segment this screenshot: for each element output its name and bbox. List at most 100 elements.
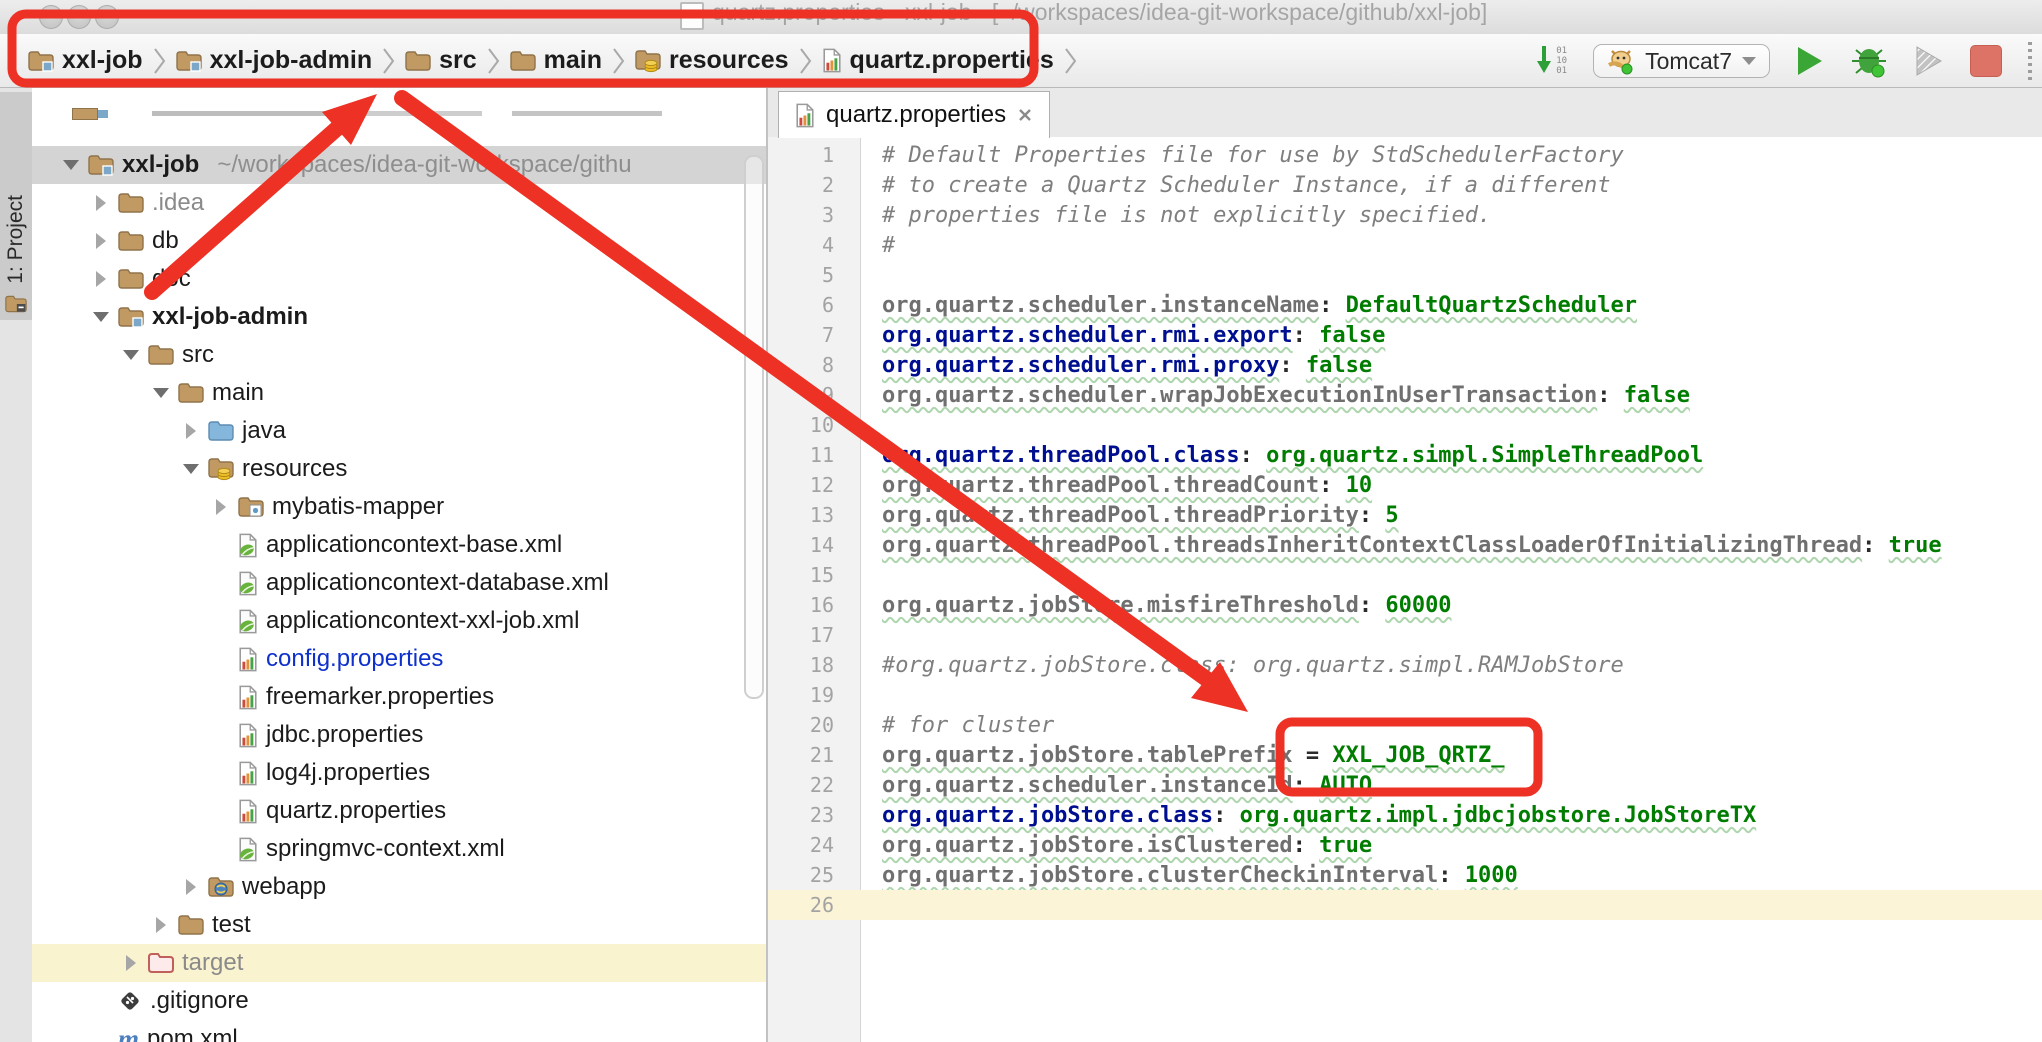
breadcrumb-resources[interactable]: resources	[635, 46, 789, 75]
code-line: 23org.quartz.jobStore.class: org.quartz.…	[768, 800, 2042, 830]
folder-icon	[118, 192, 144, 214]
code-line: 13org.quartz.threadPool.threadPriority: …	[768, 500, 2042, 530]
spring-xml-file-icon	[238, 609, 258, 634]
expand-toggle-icon[interactable]	[122, 954, 140, 972]
tree-row-idea[interactable]: .idea	[32, 184, 766, 222]
tree-row-db[interactable]: db	[32, 222, 766, 260]
expand-toggle-icon[interactable]	[122, 346, 140, 364]
properties-file-icon	[795, 103, 815, 128]
tree-row-target[interactable]: target	[32, 944, 766, 982]
tree-row-log4j-properties[interactable]: log4j.properties	[32, 754, 766, 792]
tree-row-gitignore[interactable]: .gitignore	[32, 982, 766, 1020]
tomcat-icon	[1606, 47, 1636, 75]
excluded-folder-icon	[148, 952, 174, 974]
module-folder-icon	[88, 154, 114, 176]
run-configuration-selector[interactable]: Tomcat7	[1593, 44, 1770, 78]
module-folder-icon	[28, 50, 54, 72]
module-folder-icon	[118, 306, 144, 328]
expand-toggle-icon[interactable]	[182, 878, 200, 896]
code-line: 4#	[768, 230, 2042, 260]
expand-toggle-icon[interactable]	[92, 232, 110, 250]
expand-toggle-icon[interactable]	[182, 460, 200, 478]
tree-row-xxl-job-admin[interactable]: xxl-job-admin	[32, 298, 766, 336]
run-button[interactable]	[1796, 45, 1824, 77]
window-title: quartz.properties - xxl-job - [~/workspa…	[712, 0, 1487, 26]
expand-toggle-icon[interactable]	[92, 308, 110, 326]
expand-toggle-icon[interactable]	[92, 270, 110, 288]
folder-icon	[118, 268, 144, 290]
tree-row-config-properties[interactable]: config.properties	[32, 640, 766, 678]
tree-row-freemarker-properties[interactable]: freemarker.properties	[32, 678, 766, 716]
coverage-button[interactable]	[1914, 45, 1944, 77]
code-line: 14org.quartz.threadPool.threadsInheritCo…	[768, 530, 2042, 560]
code-line: 11org.quartz.threadPool.class: org.quart…	[768, 440, 2042, 470]
tree-row-src[interactable]: src	[32, 336, 766, 374]
code-line: 12org.quartz.threadPool.threadCount: 10	[768, 470, 2042, 500]
close-icon[interactable]	[1017, 107, 1033, 123]
project-tree: xxl-job ~/workspaces/idea-git-workspace/…	[32, 88, 766, 1042]
tree-row-xxl-job[interactable]: xxl-job ~/workspaces/idea-git-workspace/…	[32, 146, 766, 184]
properties-file-icon	[238, 723, 258, 748]
expand-toggle-icon[interactable]	[182, 422, 200, 440]
breadcrumb-xxl-job-admin[interactable]: xxl-job-admin	[176, 46, 373, 75]
mapper-folder-icon	[238, 496, 264, 518]
window-minimize-button[interactable]	[67, 5, 91, 29]
chevron-right-icon	[612, 45, 625, 77]
chevron-down-icon	[1741, 56, 1757, 66]
tree-row-mybatis-mapper[interactable]: mybatis-mapper	[32, 488, 766, 526]
chevron-right-icon	[487, 45, 500, 77]
code-line: 7org.quartz.scheduler.rmi.export: false	[768, 320, 2042, 350]
code-line: 8org.quartz.scheduler.rmi.proxy: false	[768, 350, 2042, 380]
tree-row-main[interactable]: main	[32, 374, 766, 412]
resources-folder-icon	[208, 457, 234, 481]
code-line: 16org.quartz.jobStore.misfireThreshold: …	[768, 590, 2042, 620]
tree-row-applicationcontext-xxl-job[interactable]: applicationcontext-xxl-job.xml	[32, 602, 766, 640]
tree-row-java[interactable]: java	[32, 412, 766, 450]
breadcrumb-src[interactable]: src	[405, 46, 477, 75]
code-line: 3# properties file is not explicitly spe…	[768, 200, 2042, 230]
webapp-folder-icon	[208, 876, 234, 898]
code-line: 18#org.quartz.jobStore.class: org.quartz…	[768, 650, 2042, 680]
tree-row-applicationcontext-database[interactable]: applicationcontext-database.xml	[32, 564, 766, 602]
expand-toggle-icon[interactable]	[92, 194, 110, 212]
expand-toggle-icon[interactable]	[152, 916, 170, 934]
code-line: 5	[768, 260, 2042, 290]
properties-file-icon	[238, 647, 258, 672]
tree-scrollbar[interactable]	[744, 155, 764, 699]
git-file-icon	[118, 989, 142, 1013]
breadcrumb-xxl-job[interactable]: xxl-job	[28, 46, 143, 75]
tree-row-doc[interactable]: doc	[32, 260, 766, 298]
document-icon	[680, 2, 704, 30]
title-bar: quartz.properties - xxl-job - [~/workspa…	[0, 0, 2042, 34]
project-stripe-tab[interactable]: 1: Project	[0, 92, 32, 320]
toolbar-grip[interactable]	[2028, 42, 2032, 80]
tree-row-test[interactable]: test	[32, 906, 766, 944]
code-line: 25org.quartz.jobStore.clusterCheckinInte…	[768, 860, 2042, 890]
expand-toggle-icon[interactable]	[62, 156, 80, 174]
folder-icon	[178, 382, 204, 404]
code-line-caret: 26	[768, 890, 2042, 920]
breadcrumb-main[interactable]: main	[510, 46, 602, 75]
window-zoom-button[interactable]	[95, 5, 119, 29]
tree-row-quartz-properties[interactable]: quartz.properties	[32, 792, 766, 830]
maven-file-icon: m	[118, 1024, 139, 1042]
stop-button[interactable]	[1970, 45, 2002, 77]
expand-toggle-icon[interactable]	[212, 498, 230, 516]
debug-button[interactable]	[1850, 44, 1888, 78]
expand-toggle-icon[interactable]	[152, 384, 170, 402]
tab-quartz-properties[interactable]: quartz.properties	[778, 91, 1050, 138]
tree-row-springmvc-context[interactable]: springmvc-context.xml	[32, 830, 766, 868]
update-bits-icon[interactable]: 011001	[1536, 44, 1567, 78]
window-close-button[interactable]	[39, 5, 63, 29]
editor-code-area[interactable]: 1# Default Properties file for use by St…	[768, 137, 2042, 1042]
spring-xml-file-icon	[238, 533, 258, 558]
folder-icon	[178, 914, 204, 936]
tree-row-pom[interactable]: m pom.xml	[32, 1020, 766, 1042]
tree-row-webapp[interactable]: webapp	[32, 868, 766, 906]
tree-row-jdbc-properties[interactable]: jdbc.properties	[32, 716, 766, 754]
code-line: 24org.quartz.jobStore.isClustered: true	[768, 830, 2042, 860]
tree-row-resources[interactable]: resources	[32, 450, 766, 488]
tree-row-applicationcontext-base[interactable]: applicationcontext-base.xml	[32, 526, 766, 564]
spring-xml-file-icon	[238, 837, 258, 862]
breadcrumb-quartz-properties[interactable]: quartz.properties	[822, 46, 1054, 75]
